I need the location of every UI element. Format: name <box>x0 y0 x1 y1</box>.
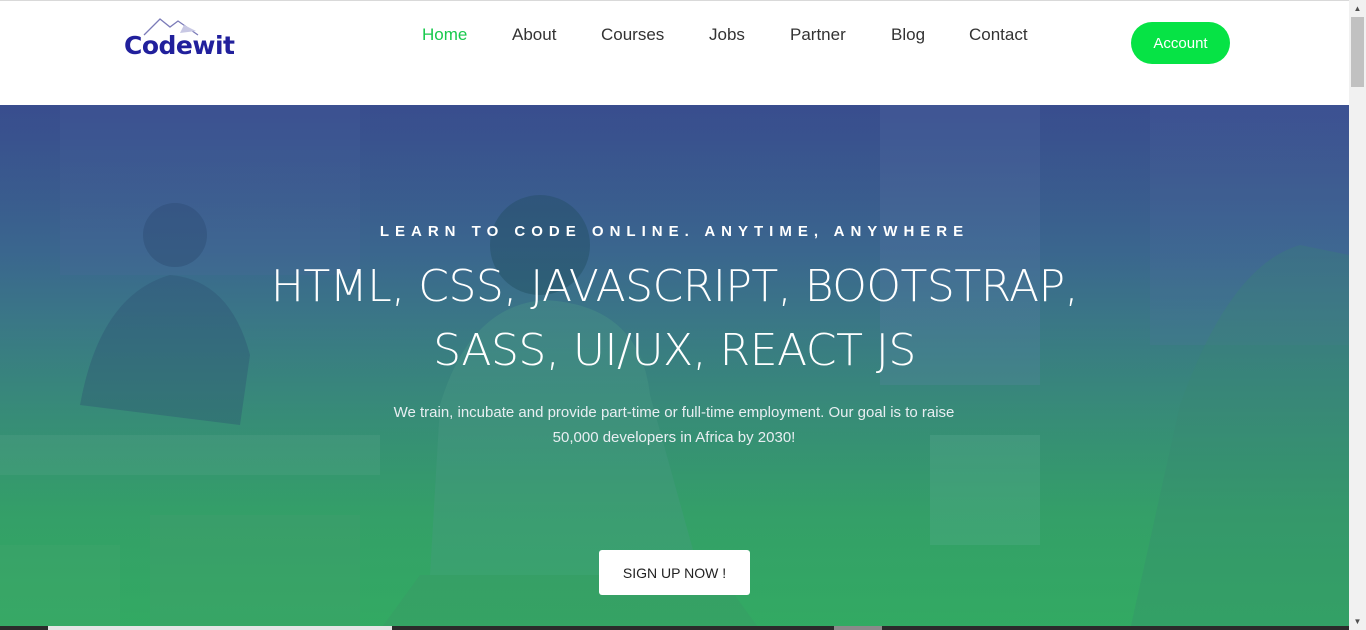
bottom-edge <box>0 626 1349 630</box>
scrollbar-thumb[interactable] <box>1351 17 1364 87</box>
hero-tagline: LEARN TO CODE ONLINE. ANYTIME, ANYWHERE <box>379 223 970 240</box>
hero-title-line-2: SASS, UI/UX, REACT JS <box>433 325 916 376</box>
nav-blog-link[interactable]: Blog <box>891 25 925 45</box>
page-scrollbar[interactable]: ▲ ▼ <box>1349 0 1366 630</box>
account-button[interactable]: Account <box>1131 22 1230 64</box>
nav-partner-link[interactable]: Partner <box>790 25 846 45</box>
top-navbar: Codewit Home About Courses Jobs Partner … <box>0 0 1349 105</box>
nav-about-link[interactable]: About <box>512 25 556 45</box>
codewit-logo[interactable]: Codewit <box>124 15 235 65</box>
nav-home-link[interactable]: Home <box>422 25 467 45</box>
hero-subtitle: We train, incubate and provide part-time… <box>393 404 955 446</box>
nav-courses-link[interactable]: Courses <box>601 25 664 45</box>
nav-jobs-link[interactable]: Jobs <box>709 25 745 45</box>
arrow-down-icon[interactable]: ▼ <box>1349 613 1366 630</box>
bottom-edge-segment <box>48 626 392 630</box>
hero-section: LEARN TO CODE ONLINE. ANYTIME, ANYWHERE … <box>0 105 1349 630</box>
brand-name: Codewit <box>124 31 235 60</box>
hero-title-line-1: HTML, CSS, JAVASCRIPT, BOOTSTRAP, <box>270 261 1079 312</box>
nav-contact-link[interactable]: Contact <box>969 25 1028 45</box>
bottom-edge-segment <box>834 626 882 630</box>
arrow-up-icon[interactable]: ▲ <box>1349 0 1366 17</box>
signup-button[interactable]: SIGN UP NOW ! <box>599 550 750 595</box>
hero-title: HTML, CSS, JAVASCRIPT, BOOTSTRAP, SASS, … <box>0 255 1349 383</box>
